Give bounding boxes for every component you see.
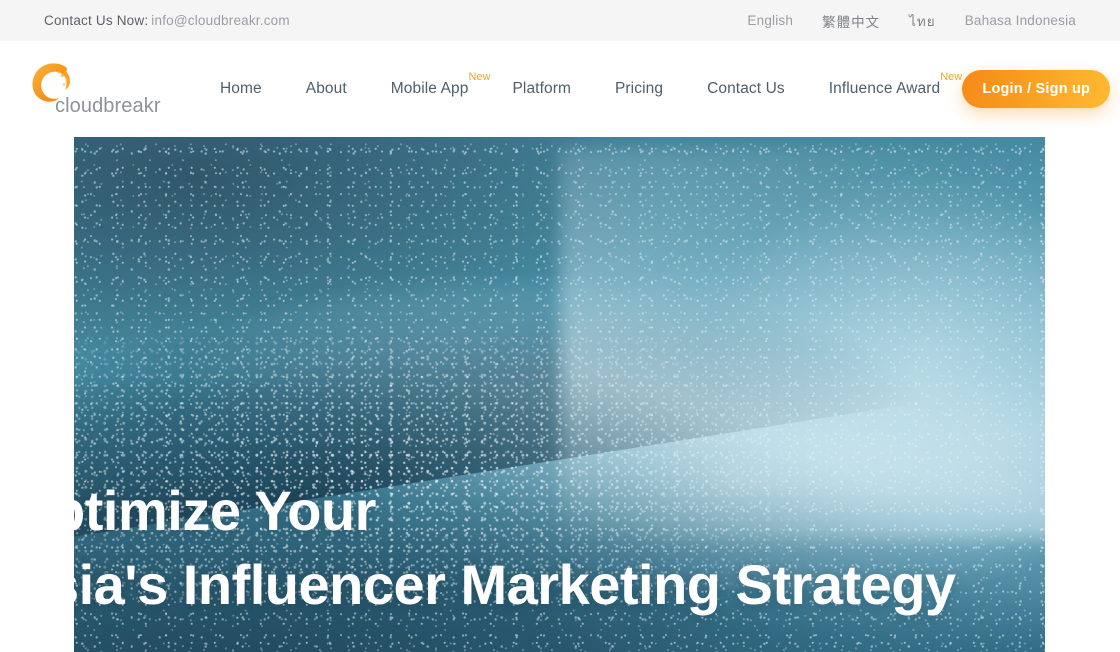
nav-item-home[interactable]: Home xyxy=(198,80,284,98)
brand-logo[interactable]: cloudbreakr xyxy=(22,57,172,121)
nav-item-label: Influence Award xyxy=(828,80,941,97)
nav-item-contact-us[interactable]: Contact Us xyxy=(685,80,807,98)
hero-headline: Optimize Your Asia's Influencer Marketin… xyxy=(74,474,1045,622)
nav-item-label: Contact Us xyxy=(707,80,785,97)
nav-item-label: Home xyxy=(220,80,262,97)
nav-item-label: Mobile App xyxy=(390,80,469,97)
new-badge: New xyxy=(468,71,491,83)
login-signup-button[interactable]: Login / Sign up xyxy=(962,70,1111,108)
language-option-thai[interactable]: ไทย xyxy=(909,10,936,32)
contact-label: Contact Us Now: xyxy=(44,13,149,28)
hero-headline-line-1: Optimize Your xyxy=(74,479,376,542)
contact-info: Contact Us Now: info@cloudbreakr.com xyxy=(44,13,290,28)
language-option-english[interactable]: English xyxy=(747,13,793,28)
language-option-traditional-chinese[interactable]: 繁體中文 xyxy=(822,11,880,31)
nav-item-pricing[interactable]: Pricing xyxy=(593,80,685,98)
language-selector: English 繁體中文 ไทย Bahasa Indonesia xyxy=(747,10,1076,32)
nav-item-platform[interactable]: Platform xyxy=(490,80,593,98)
language-option-bahasa-indonesia[interactable]: Bahasa Indonesia xyxy=(965,13,1076,28)
hero-section: Optimize Your Asia's Influencer Marketin… xyxy=(0,137,1120,652)
nav-item-label: About xyxy=(305,80,347,97)
hero-banner: Optimize Your Asia's Influencer Marketin… xyxy=(74,137,1045,652)
new-badge: New xyxy=(940,71,963,83)
nav-links: Home About Mobile App New Platform Prici… xyxy=(198,71,963,98)
nav-item-mobile-app[interactable]: Mobile App New xyxy=(369,71,491,98)
hero-headline-line-2: Asia's Influencer Marketing Strategy xyxy=(74,553,956,616)
main-navigation-bar: cloudbreakr Home About Mobile App New Pl… xyxy=(0,41,1120,137)
contact-email-link[interactable]: info@cloudbreakr.com xyxy=(151,13,290,28)
top-utility-bar: Contact Us Now: info@cloudbreakr.com Engl… xyxy=(0,0,1120,41)
nav-item-influence-award[interactable]: Influence Award New xyxy=(807,71,963,98)
nav-item-label: Platform xyxy=(512,80,571,97)
brand-wordmark: cloudbreakr xyxy=(55,95,161,117)
nav-item-about[interactable]: About xyxy=(284,80,369,98)
nav-item-label: Pricing xyxy=(614,80,664,97)
